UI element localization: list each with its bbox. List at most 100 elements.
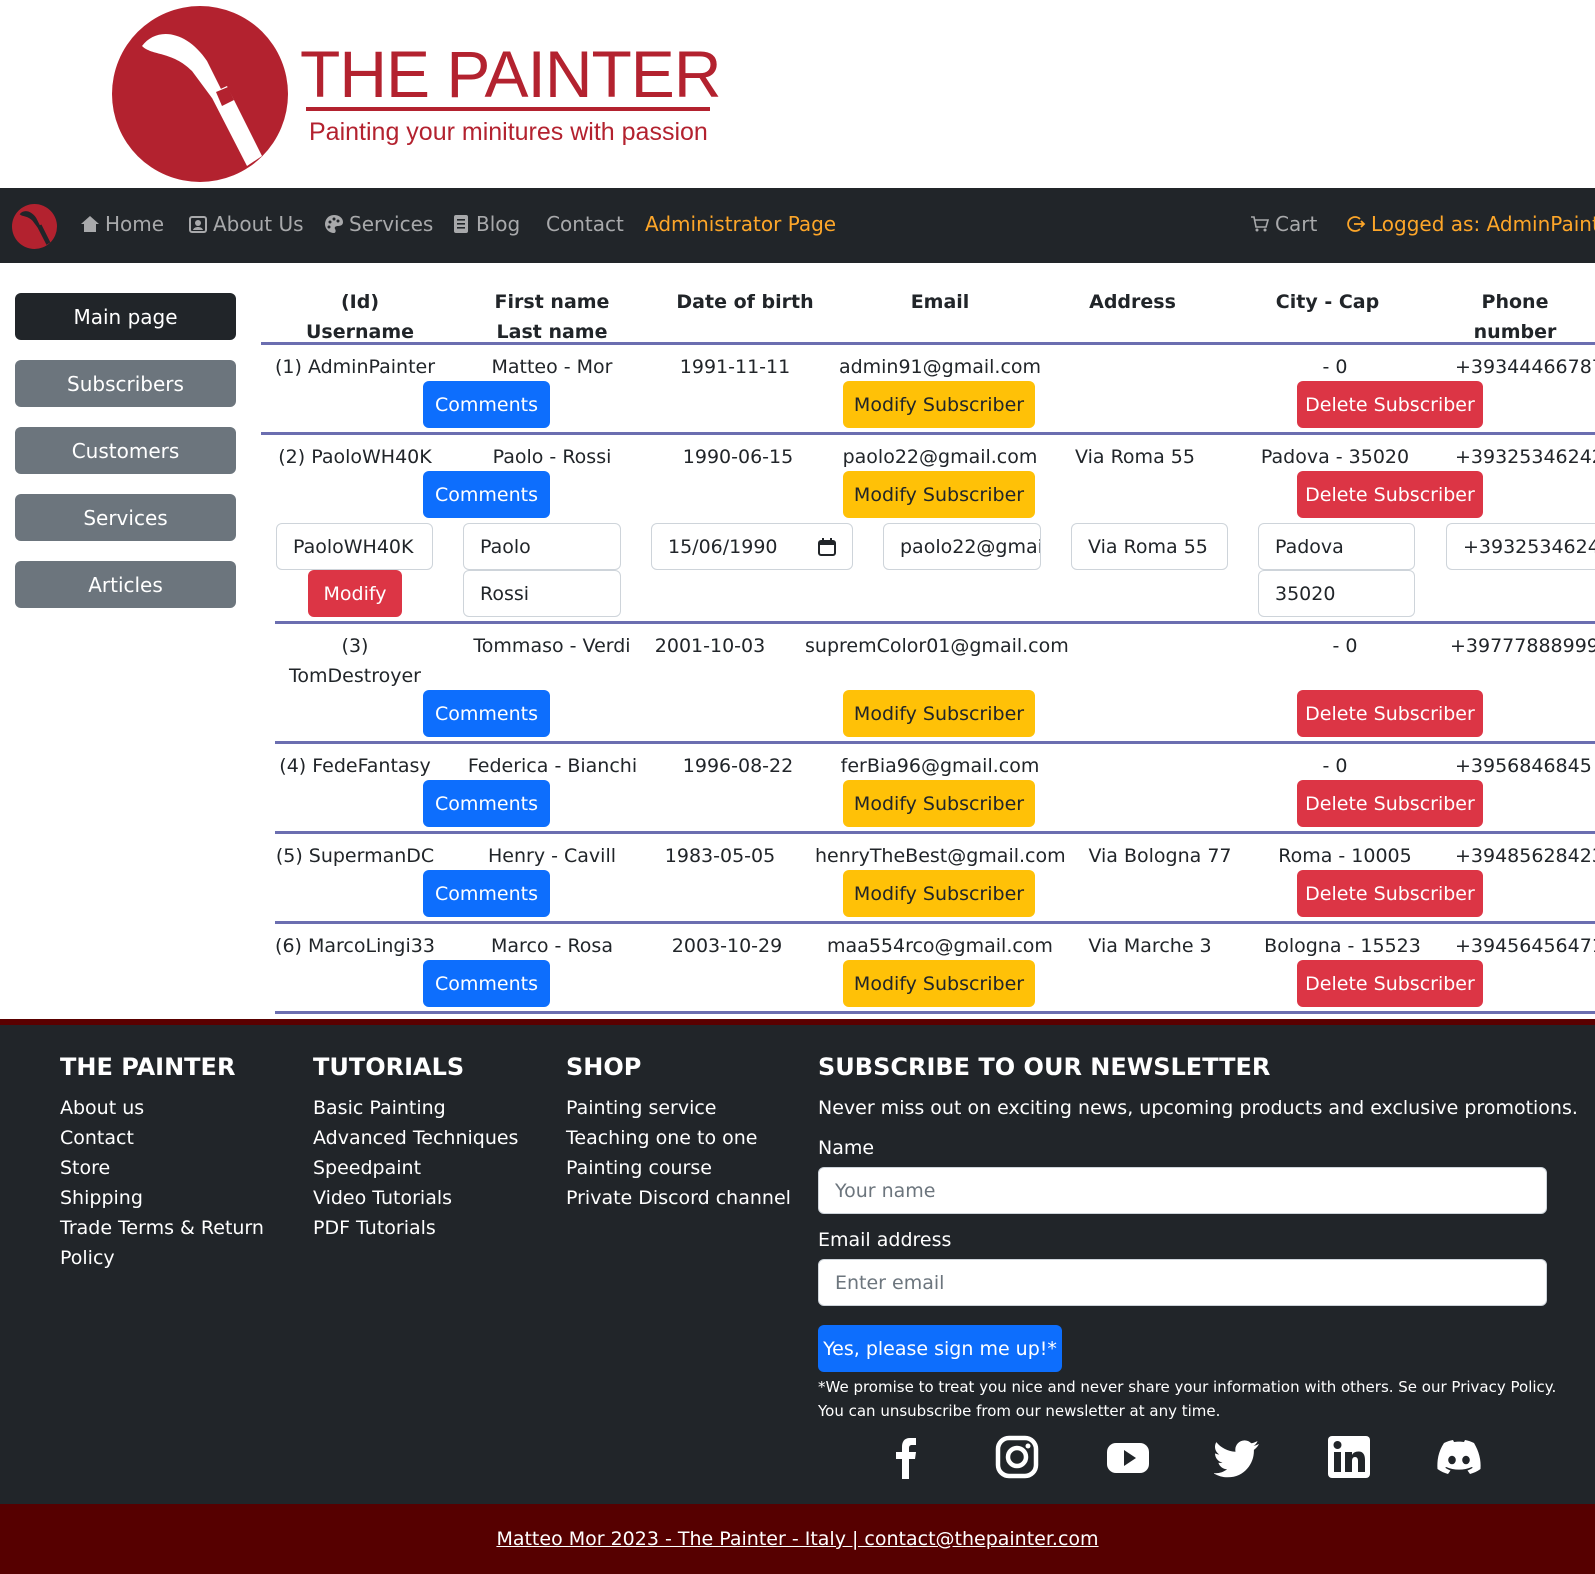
row-name: Tommaso - Verdi bbox=[473, 635, 631, 657]
comments-button[interactable]: Comments bbox=[423, 870, 550, 917]
delete-subscriber-button[interactable]: Delete Subscriber bbox=[1297, 870, 1483, 917]
row-username: (1) AdminPainter bbox=[275, 356, 436, 378]
sidebar-services-button[interactable]: Services bbox=[15, 494, 236, 541]
delete-subscriber-button[interactable]: Delete Subscriber bbox=[1297, 690, 1483, 737]
nav-admin-label: Administrator Page bbox=[645, 212, 837, 236]
nav-services[interactable]: Services bbox=[324, 212, 433, 236]
edit-city-input[interactable]: Padova bbox=[1258, 523, 1415, 570]
footer-link-speedpaint[interactable]: Speedpaint bbox=[313, 1157, 421, 1179]
footer-link-store[interactable]: Store bbox=[60, 1157, 110, 1179]
header-email: Email bbox=[910, 291, 970, 313]
edit-username-input[interactable]: PaoloWH40K bbox=[276, 523, 433, 570]
sidebar-articles-button[interactable]: Articles bbox=[15, 561, 236, 608]
newsletter-name-input[interactable]: Your name bbox=[818, 1167, 1547, 1214]
footer-link-contact[interactable]: Contact bbox=[60, 1127, 134, 1149]
row-dob: 2003-10-29 bbox=[671, 935, 783, 957]
newsletter-email-input[interactable]: Enter email bbox=[818, 1259, 1547, 1306]
nav-logged-user[interactable]: Logged as: AdminPainter bbox=[1346, 212, 1595, 236]
main-navbar: Home About Us Services Blog Contact Admi… bbox=[0, 188, 1595, 263]
edit-dob-input[interactable]: 15/06/1990 bbox=[651, 523, 853, 570]
modify-subscriber-button[interactable]: Modify Subscriber bbox=[843, 960, 1035, 1007]
nav-contact[interactable]: Contact bbox=[546, 212, 624, 236]
comments-button[interactable]: Comments bbox=[423, 780, 550, 827]
sidebar-main-page-button[interactable]: Main page bbox=[15, 293, 236, 340]
modify-subscriber-button[interactable]: Modify Subscriber bbox=[843, 690, 1035, 737]
youtube-icon[interactable] bbox=[1104, 1433, 1152, 1481]
nav-blog[interactable]: Blog bbox=[451, 212, 520, 236]
footer-link-shipping[interactable]: Shipping bbox=[60, 1187, 143, 1209]
edit-phone-input[interactable]: +39325346242 bbox=[1446, 523, 1595, 570]
modify-subscriber-button[interactable]: Modify Subscriber bbox=[843, 471, 1035, 518]
sidebar-subscribers-button[interactable]: Subscribers bbox=[15, 360, 236, 407]
nav-cart-label: Cart bbox=[1275, 212, 1318, 236]
nav-about-label: About Us bbox=[213, 212, 304, 236]
row-username: (3) TomDestroyer bbox=[275, 631, 435, 691]
twitter-icon[interactable] bbox=[1214, 1433, 1262, 1481]
delete-subscriber-button[interactable]: Delete Subscriber bbox=[1297, 471, 1483, 518]
edit-email-input[interactable]: paolo22@gmail.com bbox=[883, 523, 1041, 570]
nav-admin[interactable]: Administrator Page bbox=[645, 212, 836, 236]
footer-link-policy[interactable]: Policy bbox=[60, 1247, 115, 1269]
footer-link-painting-service[interactable]: Painting service bbox=[566, 1097, 717, 1119]
footer-link-advanced[interactable]: Advanced Techniques bbox=[313, 1127, 518, 1149]
row-city: - 0 bbox=[1332, 635, 1358, 657]
row-city: - 0 bbox=[1322, 755, 1348, 777]
brush-logo-icon[interactable] bbox=[112, 6, 288, 182]
newsletter-name-label: Name bbox=[818, 1137, 875, 1159]
footer-link-about[interactable]: About us bbox=[60, 1097, 144, 1119]
delete-subscriber-button[interactable]: Delete Subscriber bbox=[1297, 381, 1483, 428]
brush-logo-icon[interactable] bbox=[12, 204, 57, 249]
nav-cart[interactable]: Cart bbox=[1250, 212, 1317, 236]
newsletter-note-privacy: *We promise to treat you nice and never … bbox=[818, 1378, 1557, 1396]
linkedin-icon[interactable] bbox=[1325, 1433, 1373, 1481]
footer-tutorials-title: TUTORIALS bbox=[313, 1053, 465, 1081]
row-phone: +39325346242 bbox=[1455, 446, 1595, 468]
table-header-divider bbox=[261, 342, 1595, 345]
nav-home[interactable]: Home bbox=[80, 212, 164, 236]
comments-button[interactable]: Comments bbox=[423, 381, 550, 428]
edit-first-name-input[interactable]: Paolo bbox=[463, 523, 621, 570]
newsletter-note-unsubscribe: You can unsubscribe from our newsletter … bbox=[818, 1402, 1221, 1420]
row-phone: +3977788899945 bbox=[1450, 635, 1595, 657]
footer-shop-title: SHOP bbox=[566, 1053, 642, 1081]
row-name: Paolo - Rossi bbox=[492, 446, 612, 468]
footer-link-video[interactable]: Video Tutorials bbox=[313, 1187, 452, 1209]
edit-last-name-input[interactable]: Rossi bbox=[463, 570, 621, 617]
discord-icon[interactable] bbox=[1435, 1433, 1483, 1481]
edit-cap-input[interactable]: 35020 bbox=[1258, 570, 1415, 617]
facebook-icon[interactable] bbox=[882, 1433, 930, 1481]
modify-button[interactable]: Modify bbox=[308, 570, 402, 617]
palette-icon bbox=[325, 215, 343, 233]
row-city: Roma - 10005 bbox=[1278, 845, 1412, 867]
copyright-link[interactable]: Matteo Mor 2023 - The Painter - Italy | … bbox=[496, 1528, 1098, 1550]
delete-subscriber-button[interactable]: Delete Subscriber bbox=[1297, 960, 1483, 1007]
footer-link-teaching[interactable]: Teaching one to one bbox=[566, 1127, 757, 1149]
delete-subscriber-button[interactable]: Delete Subscriber bbox=[1297, 780, 1483, 827]
row-username: (2) PaoloWH40K bbox=[278, 446, 432, 468]
newsletter-signup-button[interactable]: Yes, please sign me up!* bbox=[818, 1325, 1062, 1372]
modify-subscriber-button[interactable]: Modify Subscriber bbox=[843, 870, 1035, 917]
nav-about[interactable]: About Us bbox=[188, 212, 304, 236]
row-name: Matteo - Mor bbox=[491, 356, 613, 378]
footer-link-course[interactable]: Painting course bbox=[566, 1157, 712, 1179]
row-username: (6) MarcoLingi33 bbox=[275, 935, 435, 957]
row-name: Marco - Rosa bbox=[491, 935, 613, 957]
header-address: Address bbox=[1089, 291, 1176, 313]
row-name: Henry - Cavill bbox=[488, 845, 616, 867]
row-dob: 1983-05-05 bbox=[664, 845, 776, 867]
edit-address-input[interactable]: Via Roma 55 bbox=[1071, 523, 1228, 570]
sidebar-customers-button[interactable]: Customers bbox=[15, 427, 236, 474]
instagram-icon[interactable] bbox=[993, 1433, 1041, 1481]
footer-link-pdf[interactable]: PDF Tutorials bbox=[313, 1217, 436, 1239]
comments-button[interactable]: Comments bbox=[423, 471, 550, 518]
footer-link-discord[interactable]: Private Discord channel bbox=[566, 1187, 791, 1209]
footer-link-basic-painting[interactable]: Basic Painting bbox=[313, 1097, 446, 1119]
calendar-icon[interactable] bbox=[818, 537, 836, 556]
comments-button[interactable]: Comments bbox=[423, 690, 550, 737]
row-username: (5) SupermanDC bbox=[275, 845, 435, 867]
modify-subscriber-button[interactable]: Modify Subscriber bbox=[843, 780, 1035, 827]
footer-link-trade-terms[interactable]: Trade Terms & Return bbox=[60, 1217, 264, 1239]
row-city: Bologna - 15523 bbox=[1264, 935, 1421, 957]
comments-button[interactable]: Comments bbox=[423, 960, 550, 1007]
modify-subscriber-button[interactable]: Modify Subscriber bbox=[843, 381, 1035, 428]
